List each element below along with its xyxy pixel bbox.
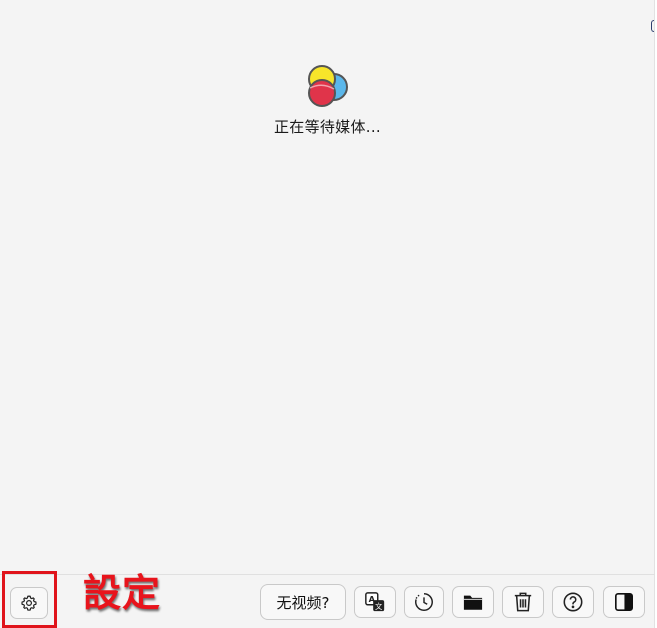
no-video-button[interactable]: 无视频? [260, 584, 346, 620]
folder-icon [463, 595, 483, 610]
app-logo-icon [307, 65, 348, 107]
translate-icon: A 文 [365, 592, 385, 612]
window-edge-marker [651, 20, 654, 32]
folder-button[interactable] [452, 586, 494, 618]
trash-icon [514, 592, 532, 612]
question-icon [563, 592, 583, 612]
svg-text:文: 文 [375, 602, 383, 611]
toggle-panel-button[interactable] [603, 586, 645, 618]
waiting-media-text: 正在等待媒体... [273, 118, 381, 136]
translate-button[interactable]: A 文 [354, 586, 396, 618]
help-button[interactable] [552, 586, 594, 618]
trash-button[interactable] [502, 586, 544, 618]
settings-highlight-frame [2, 571, 57, 628]
app-window: 正在等待媒体... 无视频? A 文 設定 [0, 0, 655, 628]
history-button[interactable] [404, 586, 444, 618]
clock-icon [415, 593, 433, 611]
waiting-indicator: 正在等待媒体... [0, 62, 655, 137]
sidebar-panel-icon [615, 593, 633, 611]
settings-annotation-label: 設定 [83, 571, 162, 615]
